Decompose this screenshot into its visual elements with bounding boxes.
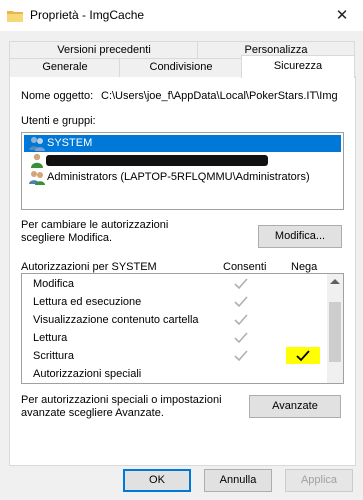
check-icon [234,296,248,308]
perm-row-lettura: Lettura [22,329,327,347]
object-path: C:\Users\joe_f\AppData\Local\PokerStars.… [101,90,338,102]
modifica-button[interactable]: Modifica... [258,225,342,248]
window-title: Proprietà - ImgCache [30,8,145,22]
perm-row-lettura-esecuzione: Lettura ed esecuzione [22,293,327,311]
scroll-up-icon[interactable] [330,279,340,284]
deny-header: Nega [291,261,318,273]
tab-generale[interactable]: Generale [9,58,121,77]
users-label: Utenti e gruppi: [21,115,96,127]
check-icon [234,278,248,290]
folder-icon [7,11,23,22]
redaction-mark [46,155,268,166]
tab-versioni-precedenti[interactable]: Versioni precedenti [9,41,199,59]
user-item-administrators[interactable]: Administrators (LAPTOP-5RFLQMMU\Administ… [24,169,341,186]
perm-row-visualizzazione: Visualizzazione contenuto cartella [22,311,327,329]
check-icon [234,332,248,344]
apply-button[interactable]: Applica [285,469,353,492]
advanced-text-line2: avanzate scegliere Avanzate. [21,407,164,419]
user-icon [29,137,45,151]
check-icon [234,314,248,326]
user-icon [29,171,45,185]
permissions-label: Autorizzazioni per SYSTEM [21,261,157,273]
perm-row-speciali: Autorizzazioni speciali [33,368,142,380]
users-list[interactable]: SYSTEM Administrators (LAPTOP-5RFLQMMU\A… [21,132,344,210]
advanced-text-line1: Per autorizzazioni speciali o impostazio… [21,394,222,406]
close-icon[interactable]: ✕ [321,0,363,31]
object-name-label: Nome oggetto: [21,90,94,102]
scroll-thumb[interactable] [329,302,341,362]
perm-row-modifica: Modifica [22,275,327,293]
change-text-line2: scegliere Modifica. [21,232,113,244]
user-item-redacted[interactable] [24,152,341,169]
tab-condivisione[interactable]: Condivisione [119,58,243,77]
change-text-line1: Per cambiare le autorizzazioni [21,219,169,231]
user-icon [31,153,43,168]
permissions-scrollbar[interactable] [327,274,343,383]
permissions-grid[interactable]: Modifica Lettura ed esecuzione Visualizz… [21,273,344,384]
allow-header: Consenti [223,261,267,273]
ok-button[interactable]: OK [123,469,191,492]
user-item-system[interactable]: SYSTEM [24,135,341,152]
check-icon [234,350,248,362]
perm-row-scrittura: Scrittura [22,347,327,365]
tab-sicurezza[interactable]: Sicurezza [241,55,355,78]
cancel-button[interactable]: Annulla [204,469,272,492]
avanzate-button[interactable]: Avanzate [249,395,341,418]
check-icon [296,350,310,362]
